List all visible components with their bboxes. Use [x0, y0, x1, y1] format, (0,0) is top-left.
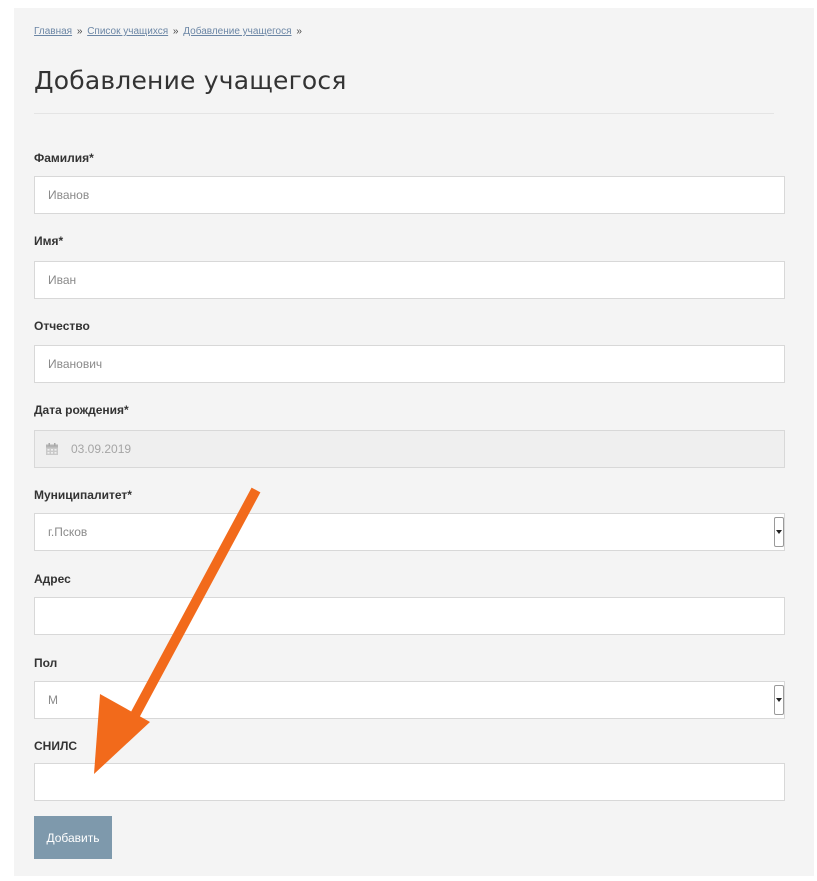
snils-input[interactable]	[34, 763, 785, 801]
breadcrumb-link-add-student[interactable]: Добавление учащегося	[183, 26, 291, 37]
last-name-label: Фамилия*	[34, 151, 94, 165]
municipality-dropdown-toggle[interactable]	[774, 517, 784, 547]
birth-date-label: Дата рождения*	[34, 403, 129, 417]
last-name-value: Иванов	[48, 188, 90, 202]
breadcrumb-separator: »	[76, 26, 83, 37]
breadcrumb-separator: »	[296, 26, 302, 37]
page-title: Добавление учащегося	[34, 66, 347, 95]
birth-date-value: 03.09.2019	[71, 442, 132, 456]
chevron-down-icon	[776, 698, 782, 702]
breadcrumb-link-home[interactable]: Главная	[34, 26, 72, 37]
add-student-button[interactable]: Добавить	[34, 816, 112, 859]
municipality-label: Муниципалитет*	[34, 488, 132, 502]
gender-label: Пол	[34, 656, 58, 670]
gender-dropdown-toggle[interactable]	[774, 685, 784, 715]
patronymic-input[interactable]: Иванович	[34, 345, 785, 383]
title-divider	[34, 113, 774, 114]
first-name-label: Имя*	[34, 234, 64, 248]
snils-label: СНИЛС	[34, 739, 78, 753]
last-name-input[interactable]: Иванов	[34, 176, 785, 214]
patronymic-value: Иванович	[48, 357, 103, 371]
breadcrumb: Главная » Список учащихся » Добавление у…	[34, 26, 304, 37]
chevron-down-icon	[776, 530, 782, 534]
first-name-value: Иван	[48, 273, 77, 287]
gender-select[interactable]: М	[34, 681, 785, 719]
address-input[interactable]	[34, 597, 785, 635]
breadcrumb-link-students[interactable]: Список учащихся	[87, 26, 168, 37]
birth-date-input[interactable]: 03.09.2019	[34, 430, 785, 468]
gender-value: М	[48, 693, 58, 707]
address-label: Адрес	[34, 572, 71, 586]
breadcrumb-separator: »	[172, 26, 179, 37]
page-container: Главная » Список учащихся » Добавление у…	[14, 8, 814, 876]
calendar-icon	[46, 443, 58, 455]
first-name-input[interactable]: Иван	[34, 261, 785, 299]
patronymic-label: Отчество	[34, 319, 90, 333]
municipality-value: г.Псков	[48, 525, 88, 539]
municipality-select[interactable]: г.Псков	[34, 513, 785, 551]
